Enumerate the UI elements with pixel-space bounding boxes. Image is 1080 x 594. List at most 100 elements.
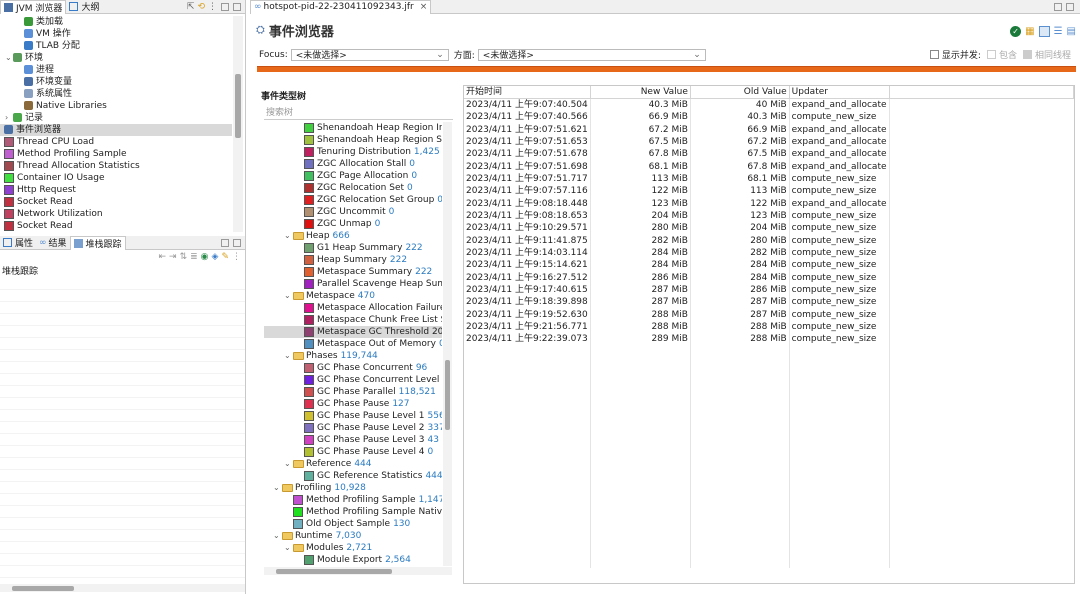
grid-view-icon[interactable] <box>1038 26 1050 37</box>
table-row[interactable] <box>464 518 1074 531</box>
event-type-item[interactable]: ZGC Relocation Set 0 <box>264 182 442 194</box>
event-type-item[interactable]: GC Phase Parallel 118,521 <box>264 386 442 398</box>
table-row[interactable]: 2023/4/11 上午9:18:39.898 287 MiB 287 MiB com… <box>464 296 1074 309</box>
jvm-tree-item[interactable]: Method Profiling Sample <box>0 148 232 160</box>
bottom-minimize-icon[interactable] <box>221 238 229 247</box>
chevron-down-icon[interactable]: ⌄ <box>284 458 293 470</box>
jvm-tree-item[interactable]: Socket Read <box>0 196 232 208</box>
jvm-tree-item[interactable]: 事件浏览器 <box>0 124 232 136</box>
table-row[interactable] <box>464 419 1074 432</box>
event-category[interactable]: ⌄ Modules 2,721 <box>264 542 442 554</box>
chevron-down-icon[interactable]: ⌄ <box>284 290 293 302</box>
jvm-tree-item[interactable]: 进程 <box>0 64 232 76</box>
table-row[interactable] <box>464 345 1074 358</box>
jvm-tree-item[interactable]: VM 操作 <box>0 28 232 40</box>
event-type-item[interactable]: Method Profiling Sample 1,147 <box>264 494 442 506</box>
sync-icon[interactable]: ⟲ <box>197 2 205 12</box>
event-category[interactable]: ⌄ Heap 666 <box>264 230 442 242</box>
stack-view-menu-icon[interactable]: ⋮ <box>232 252 241 262</box>
show-concurrent-checkbox[interactable] <box>929 50 939 59</box>
table-row[interactable]: 2023/4/11 上午9:07:51.678 67.8 MiB 67.5 MiB e… <box>464 148 1074 161</box>
contains-checkbox[interactable] <box>986 50 996 59</box>
event-category[interactable]: ⌄ Runtime 7,030 <box>264 530 442 542</box>
tab-jvm-browser[interactable]: JVM 浏览器 <box>0 0 67 14</box>
jvm-tree-item[interactable]: Thread Allocation Statistics <box>0 160 232 172</box>
event-type-item[interactable]: Metaspace GC Threshold 20 <box>264 326 442 338</box>
table-row[interactable]: 2023/4/11 上午9:21:56.771 288 MiB 288 MiB com… <box>464 320 1074 334</box>
maximize-icon[interactable] <box>233 2 241 11</box>
focus-dropdown[interactable]: <未做选择> ⌄ <box>290 48 449 61</box>
table-row[interactable]: 2023/4/11 上午9:22:39.073 289 MiB 288 MiB com… <box>464 333 1074 346</box>
event-type-item[interactable]: GC Phase Concurrent 96 <box>264 362 442 374</box>
view-menu-icon[interactable]: ⋮ <box>208 2 217 12</box>
table-row[interactable]: 2023/4/11 上午9:07:51.717 113 MiB 68.1 MiB co… <box>464 172 1074 186</box>
table-row[interactable] <box>464 530 1074 544</box>
event-type-item[interactable]: Metaspace Summary 222 <box>264 266 442 278</box>
event-type-item[interactable]: GC Phase Pause Level 2 337 <box>264 422 442 434</box>
event-tree-vscroll[interactable] <box>443 122 452 566</box>
event-type-item[interactable]: Tenuring Distribution 1,425 <box>264 146 442 158</box>
table-row[interactable] <box>464 444 1074 457</box>
chevron-down-icon[interactable]: ⌄ <box>273 482 282 494</box>
event-category[interactable]: ⌄ Profiling 10,928 <box>264 482 442 494</box>
event-category[interactable]: ⌄ Reference 444 <box>264 458 442 470</box>
tab-properties[interactable]: 属性 <box>0 236 36 250</box>
event-tree-search[interactable]: 搜索树 <box>264 107 453 120</box>
stack-trace-root[interactable]: 堆栈跟踪 <box>0 266 245 278</box>
table-row[interactable] <box>464 555 1074 568</box>
table-row[interactable]: 2023/4/11 上午9:07:51.653 67.5 MiB 67.2 MiB e… <box>464 135 1074 149</box>
event-type-item[interactable]: Shenandoah Heap Region Inf <box>264 122 442 134</box>
tab-stack-trace[interactable]: 堆栈跟踪 <box>69 235 126 250</box>
jvm-tree-scroll-thumb[interactable] <box>235 74 241 138</box>
jvm-tree-item[interactable]: 环境变量 <box>0 76 232 88</box>
chevron-down-icon[interactable]: ⌄ <box>5 52 13 64</box>
table-row[interactable] <box>464 407 1074 420</box>
table-row[interactable] <box>464 481 1074 494</box>
list-view-icon[interactable]: ☰ <box>1054 26 1063 37</box>
table-row[interactable] <box>464 456 1074 469</box>
jvm-tree-item[interactable]: Thread CPU Load <box>0 136 232 148</box>
stack-trace-hscroll-thumb[interactable] <box>12 586 74 591</box>
jvm-tree-item[interactable]: › 记录 <box>0 112 232 124</box>
jvm-tree-item[interactable]: ⌄ 环境 <box>0 52 232 64</box>
table-row[interactable] <box>464 543 1074 556</box>
tab-jfr-file[interactable]: ∞ hotspot-pid-22-230411092343.jfr × <box>250 0 432 14</box>
chevron-down-icon[interactable]: ⌄ <box>273 530 282 542</box>
event-type-item[interactable]: ZGC Page Allocation 0 <box>264 170 442 182</box>
event-category[interactable]: ⌄ Metaspace 470 <box>264 290 442 302</box>
table-row[interactable]: 2023/4/11 上午9:07:40.504 40.3 MiB 40 MiB exp… <box>464 98 1074 111</box>
event-type-item[interactable]: ZGC Relocation Set Group 0 <box>264 194 442 206</box>
event-type-item[interactable]: Method Profiling Sample Native <box>264 506 442 518</box>
table-row[interactable] <box>464 394 1074 408</box>
tab-results[interactable]: ∞ 结果 <box>36 236 70 250</box>
table-row[interactable] <box>464 506 1074 519</box>
table-row[interactable]: 2023/4/11 上午9:07:57.116 122 MiB 113 MiB com… <box>464 185 1074 198</box>
event-type-item[interactable]: Metaspace Allocation Failure <box>264 302 442 314</box>
jvm-tree-item[interactable]: Socket Read <box>0 220 232 232</box>
event-type-item[interactable]: GC Phase Pause Level 40 <box>264 446 442 458</box>
jvm-tree-item[interactable]: Http Request <box>0 184 232 196</box>
group-down-icon[interactable]: ⇅ <box>180 252 188 262</box>
jvm-tree-item[interactable]: Native Libraries <box>0 100 232 112</box>
event-type-item[interactable]: G1 Heap Summary 222 <box>264 242 442 254</box>
editor-minimize-icon[interactable] <box>1054 2 1062 11</box>
column-header[interactable]: Old Value <box>690 86 790 99</box>
chevron-down-icon[interactable]: ⌄ <box>284 542 293 554</box>
event-type-item[interactable]: GC Reference Statistics 444 <box>264 470 442 482</box>
event-category[interactable]: ⌄ Phases 119,744 <box>264 350 442 362</box>
jvm-tree-scrollbar[interactable] <box>233 16 243 232</box>
collapse-frames-icon[interactable]: ⇤ <box>158 252 166 262</box>
minimize-icon[interactable] <box>221 2 229 11</box>
filter-icon[interactable]: ◉ <box>201 252 209 262</box>
event-type-item[interactable]: Module Export 2,564 <box>264 554 442 566</box>
event-type-item[interactable]: ZGC Uncommit 0 <box>264 206 442 218</box>
close-icon[interactable]: × <box>420 2 428 12</box>
chevron-right-icon[interactable]: › <box>5 112 13 124</box>
jvm-tree-item[interactable]: Container IO Usage <box>0 172 232 184</box>
table-view-icon[interactable]: ▤ <box>1067 26 1076 37</box>
table-row[interactable] <box>464 431 1074 445</box>
column-header[interactable]: New Value <box>590 86 691 99</box>
event-type-item[interactable]: GC Phase Pause Level 1 556 <box>264 410 442 422</box>
jvm-tree-item[interactable]: 类加载 <box>0 16 232 28</box>
event-tree-hscroll[interactable] <box>264 567 452 575</box>
